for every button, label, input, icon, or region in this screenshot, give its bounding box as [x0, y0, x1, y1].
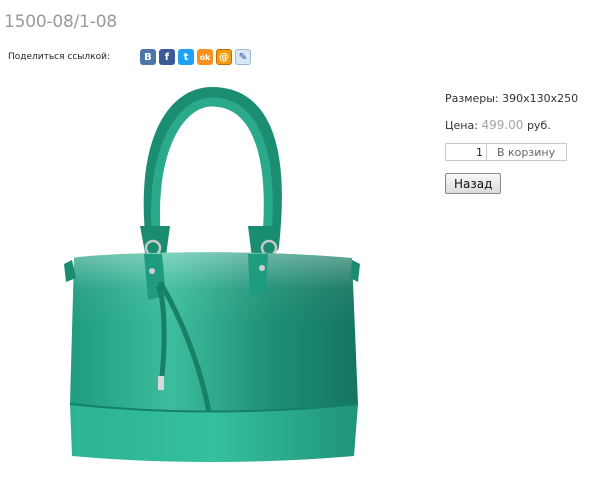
livejournal-icon[interactable]: ✎: [234, 49, 251, 65]
price-line: Цена: 499.00 руб.: [445, 118, 605, 132]
bag-base: [70, 404, 358, 462]
add-to-cart-row: В корзину: [445, 143, 605, 161]
vk-icon[interactable]: B: [139, 49, 156, 65]
dimensions-value: 390x130x250: [502, 92, 579, 105]
share-label: Поделиться ссылкой:: [8, 52, 110, 62]
odnoklassniki-icon[interactable]: ok: [196, 49, 213, 65]
back-button[interactable]: Назад: [445, 173, 502, 194]
price-currency: руб.: [526, 119, 551, 132]
dimensions-line: Размеры: 390x130x250: [445, 92, 605, 106]
share-bar: Поделиться ссылкой: B f t ok @ ✎: [8, 48, 251, 66]
quantity-input[interactable]: [445, 143, 486, 161]
twitter-icon[interactable]: t: [177, 49, 194, 65]
price-label: Цена:: [445, 119, 478, 132]
share-icons: B f t ok @ ✎: [139, 49, 251, 65]
price-value: 499.00: [481, 118, 524, 132]
add-to-cart-button[interactable]: В корзину: [486, 143, 567, 161]
dimensions-label: Размеры:: [445, 92, 499, 105]
product-image: [64, 86, 360, 462]
product-info: Размеры: 390x130x250 Цена: 499.00 руб. В…: [445, 92, 605, 194]
product-title: 1500-08/1-08: [4, 12, 117, 32]
mailru-icon[interactable]: @: [215, 49, 232, 65]
facebook-icon[interactable]: f: [158, 49, 175, 65]
